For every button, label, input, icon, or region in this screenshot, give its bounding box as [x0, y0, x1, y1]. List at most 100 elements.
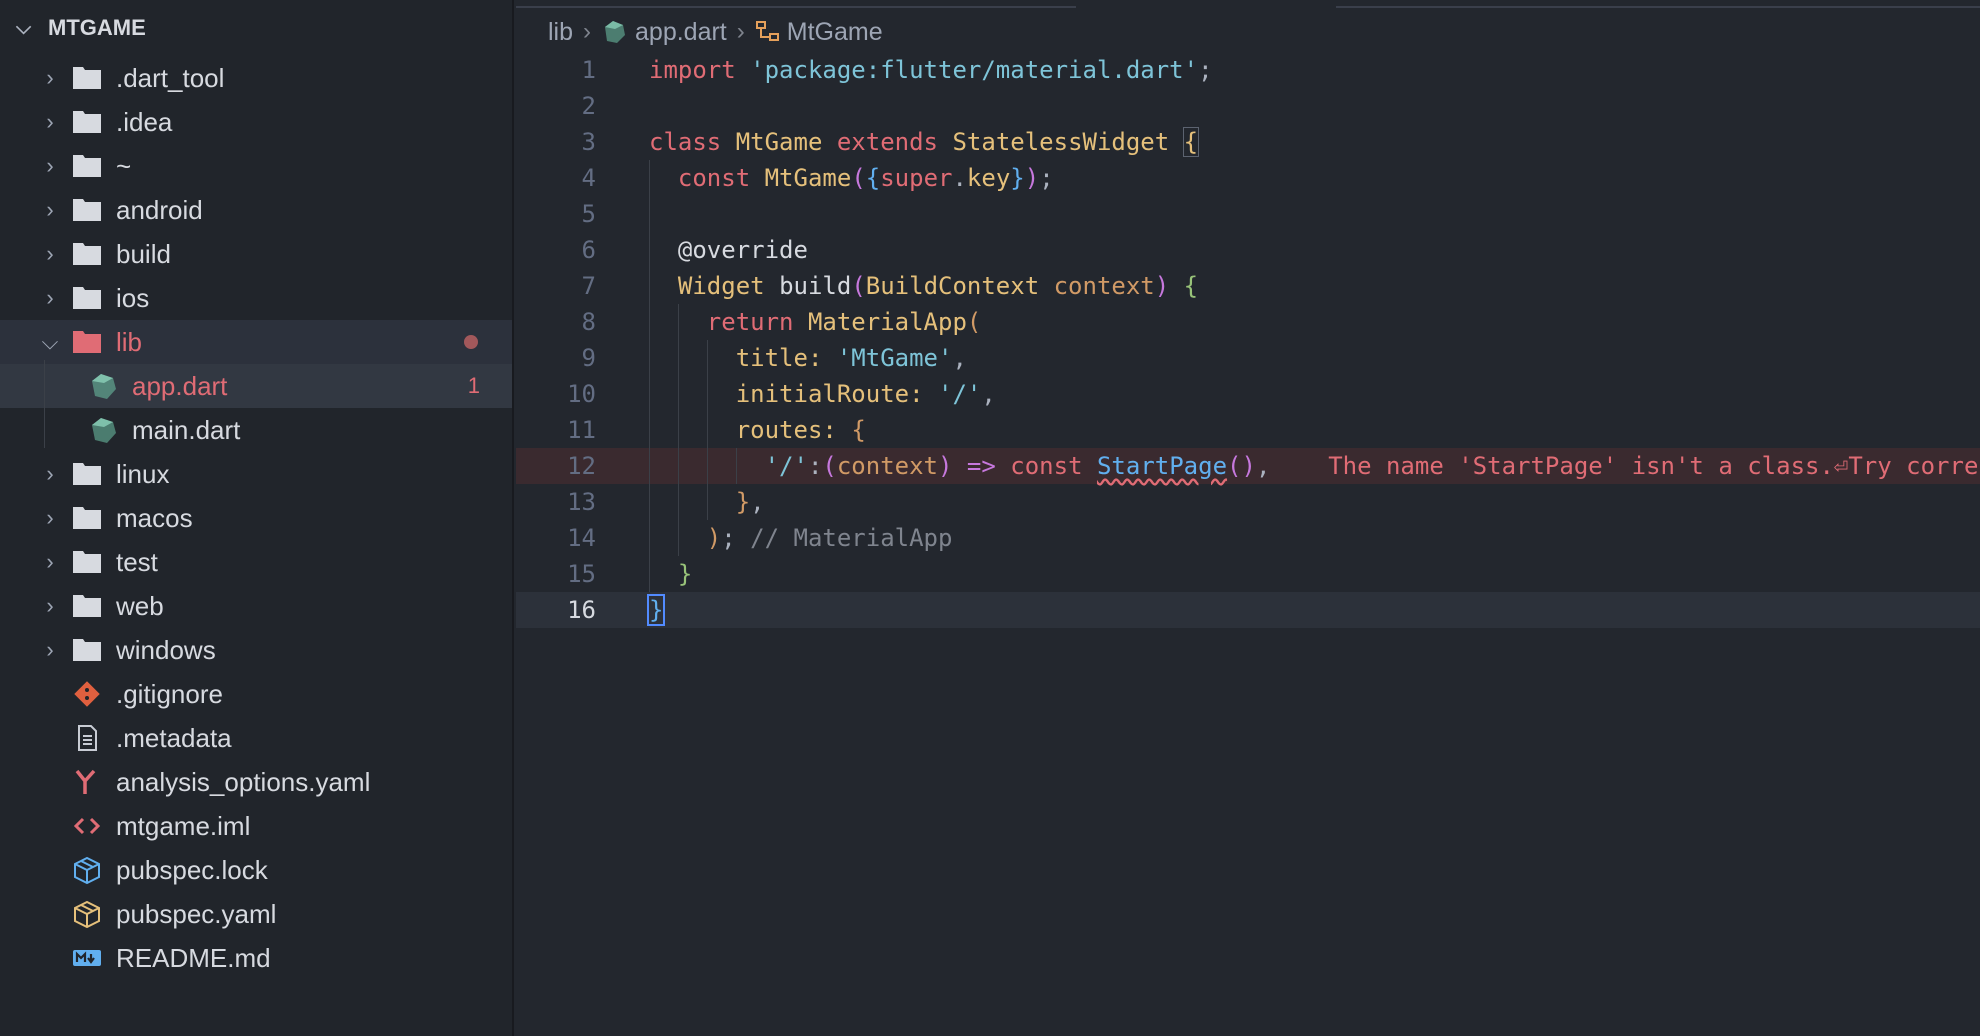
- explorer-item-label: web: [116, 590, 164, 621]
- tab-strip: [516, 0, 1980, 8]
- explorer-item-label: windows: [116, 634, 216, 665]
- chevron-right-icon[interactable]: ›: [40, 109, 60, 135]
- chevron-right-icon[interactable]: ›: [40, 505, 60, 531]
- dart-icon: [605, 21, 626, 43]
- folder-icon: [72, 195, 102, 225]
- chevron-right-icon[interactable]: ›: [40, 461, 60, 487]
- explorer-item[interactable]: .gitignore: [0, 672, 512, 716]
- explorer-item-label: android: [116, 194, 203, 225]
- explorer-item[interactable]: README.md: [0, 936, 512, 980]
- explorer-item-label: README.md: [116, 942, 271, 973]
- code-line[interactable]: 5: [516, 196, 1980, 232]
- explorer-item[interactable]: mtgame.iml: [0, 804, 512, 848]
- line-number: 10: [567, 380, 596, 408]
- git-icon: [72, 679, 102, 709]
- folder-icon: [72, 459, 102, 489]
- code-line[interactable]: 2: [516, 88, 1980, 124]
- code-line[interactable]: 4 const MtGame({super.key});: [516, 160, 1980, 196]
- line-number: 5: [581, 200, 596, 228]
- explorer-item[interactable]: › ios: [0, 276, 512, 320]
- chevron-down-icon[interactable]: ⌵: [40, 329, 60, 355]
- line-number: 3: [581, 128, 596, 156]
- folder-open-icon: [72, 327, 102, 357]
- tab-edge[interactable]: [1626, 0, 1980, 8]
- code-line[interactable]: 15 }: [516, 556, 1980, 592]
- explorer-item-label: main.dart: [132, 414, 241, 445]
- tab-edge[interactable]: [1336, 0, 1626, 8]
- explorer-item[interactable]: main.dart: [0, 408, 512, 452]
- dart-icon: [88, 371, 118, 401]
- explorer-item-label: ~: [116, 150, 132, 181]
- explorer-item[interactable]: › ~: [0, 144, 512, 188]
- explorer-item[interactable]: › macos: [0, 496, 512, 540]
- code-line[interactable]: 10 initialRoute: '/',: [516, 376, 1980, 412]
- line-number: 15: [567, 560, 596, 588]
- chevron-right-icon[interactable]: ›: [40, 197, 60, 223]
- explorer-item[interactable]: › build: [0, 232, 512, 276]
- code-line-current[interactable]: 16}: [516, 592, 1980, 628]
- class-symbol-icon: [755, 21, 779, 41]
- code-text: }: [677, 560, 693, 588]
- line-number: 8: [581, 308, 596, 336]
- indent-guide: [44, 360, 45, 448]
- explorer-item-label: .gitignore: [116, 678, 223, 709]
- code-line-error[interactable]: 12 '/':(context) => const StartPage(), T…: [516, 448, 1980, 484]
- explorer-item[interactable]: › test: [0, 540, 512, 584]
- breadcrumb-file[interactable]: app.dart: [635, 18, 727, 47]
- code-text: routes: {: [735, 416, 866, 444]
- explorer-root[interactable]: ⌵ MTGAME: [0, 0, 512, 56]
- code-line[interactable]: 13 },: [516, 484, 1980, 520]
- explorer-item[interactable]: ⌵ lib: [0, 320, 512, 364]
- explorer-item-label: pubspec.yaml: [116, 898, 277, 929]
- chevron-right-icon[interactable]: ›: [40, 285, 60, 311]
- code-text: const MtGame({super.key});: [677, 164, 1054, 192]
- code-line[interactable]: 11 routes: {: [516, 412, 1980, 448]
- dart-icon: [88, 415, 118, 445]
- explorer-item-label: pubspec.lock: [116, 854, 268, 885]
- explorer-item[interactable]: .metadata: [0, 716, 512, 760]
- chevron-right-icon[interactable]: ›: [40, 65, 60, 91]
- explorer-item[interactable]: pubspec.lock: [0, 848, 512, 892]
- explorer-root-label: MTGAME: [48, 15, 146, 40]
- chevron-right-icon[interactable]: ›: [40, 637, 60, 663]
- explorer-item[interactable]: › web: [0, 584, 512, 628]
- line-number: 13: [567, 488, 596, 516]
- line-number: 9: [581, 344, 596, 372]
- line-number: 4: [581, 164, 596, 192]
- explorer-item[interactable]: pubspec.yaml: [0, 892, 512, 936]
- code-line[interactable]: 9 title: 'MtGame',: [516, 340, 1980, 376]
- explorer-item-label: linux: [116, 458, 170, 489]
- problem-count-badge: 1: [467, 373, 480, 398]
- indent-guide: [649, 196, 650, 232]
- chevron-right-icon[interactable]: ›: [40, 241, 60, 267]
- tab-edge[interactable]: [516, 0, 1076, 8]
- explorer-item[interactable]: › windows: [0, 628, 512, 672]
- code-line[interactable]: 7 Widget build(BuildContext context) {: [516, 268, 1980, 304]
- breadcrumb-folder[interactable]: lib: [548, 18, 573, 47]
- tab-edge[interactable]: [1076, 0, 1336, 8]
- folder-icon: [72, 503, 102, 533]
- explorer-item[interactable]: › .idea: [0, 100, 512, 144]
- folder-icon: [72, 547, 102, 577]
- explorer-item-label: ios: [116, 282, 150, 313]
- code-editor[interactable]: 1 import 'package:flutter/material.dart';…: [516, 52, 1980, 628]
- explorer-item[interactable]: › linux: [0, 452, 512, 496]
- explorer-item[interactable]: › android: [0, 188, 512, 232]
- chevron-right-icon: ›: [736, 18, 745, 45]
- code-line[interactable]: 3 class MtGame extends StatelessWidget {: [516, 124, 1980, 160]
- code-line[interactable]: 14 ); // MaterialApp: [516, 520, 1980, 556]
- code-line[interactable]: 6 @override: [516, 232, 1980, 268]
- code-line[interactable]: 1 import 'package:flutter/material.dart';: [516, 52, 1980, 88]
- chevron-right-icon[interactable]: ›: [40, 549, 60, 575]
- code-line[interactable]: 8 return MaterialApp(: [516, 304, 1980, 340]
- explorer-item[interactable]: analysis_options.yaml: [0, 760, 512, 804]
- explorer-item-label: build: [116, 238, 171, 269]
- explorer-item-label: .dart_tool: [116, 62, 225, 93]
- explorer-item[interactable]: › .dart_tool: [0, 56, 512, 100]
- code-text: '/':(context) => const StartPage(), The …: [764, 452, 1979, 480]
- explorer-item[interactable]: app.dart 1: [0, 364, 512, 408]
- breadcrumb-symbol[interactable]: MtGame: [787, 18, 883, 47]
- chevron-right-icon[interactable]: ›: [40, 153, 60, 179]
- code-icon: [72, 811, 102, 841]
- chevron-right-icon[interactable]: ›: [40, 593, 60, 619]
